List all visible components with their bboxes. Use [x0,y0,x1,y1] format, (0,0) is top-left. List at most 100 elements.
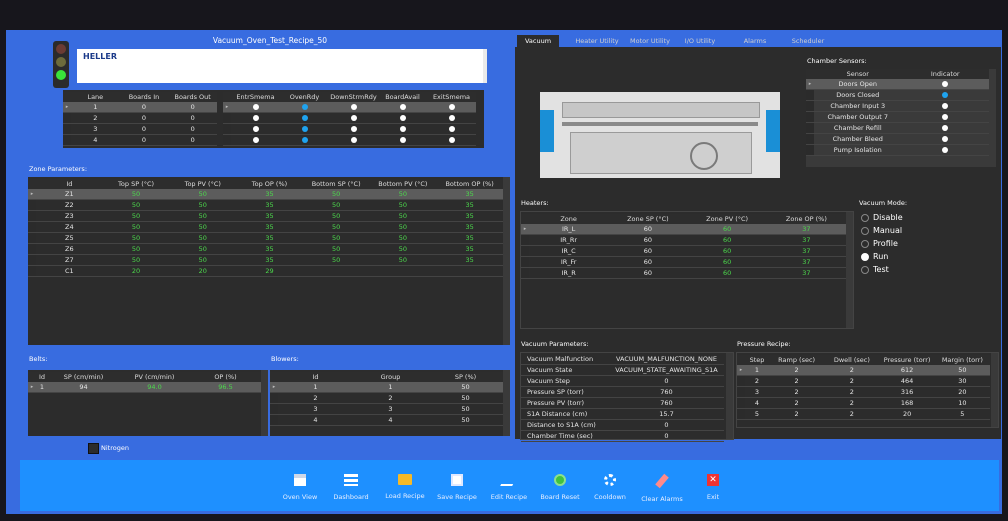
tab-io-utility[interactable]: I/O Utility [679,35,721,47]
oven-view-button[interactable]: Oven View [282,474,318,518]
table-row[interactable]: Pump Isolation [806,144,989,156]
mode-option-test[interactable]: Test [861,265,889,274]
table-row[interactable]: 300 [63,123,217,135]
row-header[interactable]: ▸ [521,224,529,235]
mode-option-disable[interactable]: Disable [861,213,903,222]
edit-recipe-button[interactable]: Edit Recipe [488,474,530,518]
row-header[interactable] [223,123,231,135]
save-recipe-button[interactable]: Save Recipe [436,474,478,518]
row-header[interactable] [28,221,36,233]
cooldown-button[interactable]: Cooldown [590,474,630,518]
row-header[interactable] [63,123,71,135]
table-row[interactable]: ▸ 1 1 50 [270,382,503,393]
row-header[interactable] [806,111,814,123]
row-header[interactable]: ▸ [223,102,231,113]
row-header[interactable]: ▸ [806,79,814,90]
table-row[interactable]: Z7 50 50 35 50 50 35 [28,254,503,266]
sensors-scrollbar[interactable] [989,69,996,167]
row-header[interactable] [521,256,529,268]
row-header[interactable] [28,232,36,244]
table-row[interactable]: Z3 50 50 35 50 50 35 [28,210,503,222]
row-header[interactable] [521,234,529,246]
exit-button[interactable]: ✕ Exit [698,474,728,518]
row-header[interactable] [737,386,745,398]
row-header[interactable] [28,199,36,211]
table-row[interactable]: IR_Rr 60 60 37 [521,234,846,246]
row-header[interactable]: ▸ [63,102,71,113]
table-row[interactable]: Z5 50 50 35 50 50 35 [28,232,503,244]
table-row[interactable] [223,134,476,146]
table-row[interactable]: C1 20 20 29 [28,265,503,277]
table-row[interactable]: IR_Fr 60 60 37 [521,256,846,268]
table-row[interactable]: Chamber Bleed [806,133,989,145]
row-header[interactable] [737,375,745,387]
table-row[interactable]: IR_R 60 60 37 [521,267,846,279]
table-row[interactable]: Z2 50 50 35 50 50 35 [28,199,503,211]
table-row[interactable]: Doors Closed [806,89,989,101]
table-row[interactable]: 3 2 2 316 20 [737,386,990,398]
table-row[interactable]: 2 2 2 464 30 [737,375,990,387]
table-row[interactable]: Chamber Refill [806,122,989,134]
table-row[interactable]: Z4 50 50 35 50 50 35 [28,221,503,233]
table-row[interactable]: ▸ Doors Open [806,79,989,90]
table-row[interactable]: Chamber Input 3 [806,100,989,112]
table-row[interactable]: 4 4 50 [270,414,503,426]
row-header[interactable] [806,133,814,145]
blowers-scrollbar[interactable] [503,370,510,436]
zone-scrollbar[interactable] [503,177,510,345]
row-header[interactable] [270,392,278,404]
table-row[interactable] [223,112,476,124]
row-header[interactable]: ▸ [28,382,36,393]
table-row[interactable]: ▸ 1 94 94.0 96.5 [28,382,261,393]
row-header[interactable] [806,122,814,134]
row-header[interactable] [806,89,814,101]
vacuum-params-scrollbar[interactable] [726,353,733,439]
clear-alarms-button[interactable]: Clear Alarms [638,473,686,518]
row-header[interactable] [737,408,745,420]
table-row[interactable]: ▸ 1 0 0 [63,102,217,113]
table-row[interactable]: 5 2 2 20 5 [737,408,990,420]
table-row[interactable]: Z6 50 50 35 50 50 35 [28,243,503,255]
board-reset-button[interactable]: Board Reset [538,474,582,518]
tab-heater-utility[interactable]: Heater Utility [570,35,624,47]
row-header[interactable] [63,112,71,124]
tab-scheduler[interactable]: Scheduler [783,35,833,47]
pressure-recipe-scrollbar[interactable] [991,353,998,427]
row-header[interactable] [28,243,36,255]
table-row[interactable]: ▸ [223,102,476,113]
row-header[interactable] [521,267,529,279]
row-header[interactable]: ▸ [270,382,278,393]
row-header[interactable] [521,245,529,257]
row-header[interactable] [270,414,278,426]
table-row[interactable] [223,123,476,135]
table-row[interactable]: 4 2 2 168 10 [737,397,990,409]
heaters-scrollbar[interactable] [846,212,853,328]
table-row[interactable]: ▸ Z1 50 50 35 50 50 35 [28,189,503,200]
table-row[interactable]: IR_C 60 60 37 [521,245,846,257]
table-row[interactable]: Chamber Output 7 [806,111,989,123]
tab-alarms[interactable]: Alarms [731,35,779,47]
row-header[interactable] [270,403,278,415]
belts-scrollbar[interactable] [261,370,268,436]
table-row[interactable]: 200 [63,112,217,124]
row-header[interactable] [806,100,814,112]
row-header[interactable] [737,397,745,409]
row-header[interactable] [223,112,231,124]
row-header[interactable] [806,144,814,156]
table-row[interactable]: 400 [63,134,217,146]
row-header[interactable] [223,134,231,146]
table-row[interactable]: ▸ IR_L 60 60 37 [521,224,846,235]
mode-option-run[interactable]: Run [861,252,888,261]
mode-option-manual[interactable]: Manual [861,226,902,235]
row-header[interactable] [28,254,36,266]
row-header[interactable] [63,134,71,146]
row-header[interactable]: ▸ [28,189,36,200]
row-header[interactable] [28,265,36,277]
table-row[interactable]: 3 3 50 [270,403,503,415]
table-row[interactable]: ▸ 1 2 2 612 50 [737,365,990,376]
tab-vacuum[interactable]: Vacuum [517,35,559,47]
tab-motor-utility[interactable]: Motor Utility [624,35,676,47]
dashboard-button[interactable]: Dashboard [331,474,371,518]
row-header[interactable] [28,210,36,222]
load-recipe-button[interactable]: Load Recipe [384,474,426,518]
